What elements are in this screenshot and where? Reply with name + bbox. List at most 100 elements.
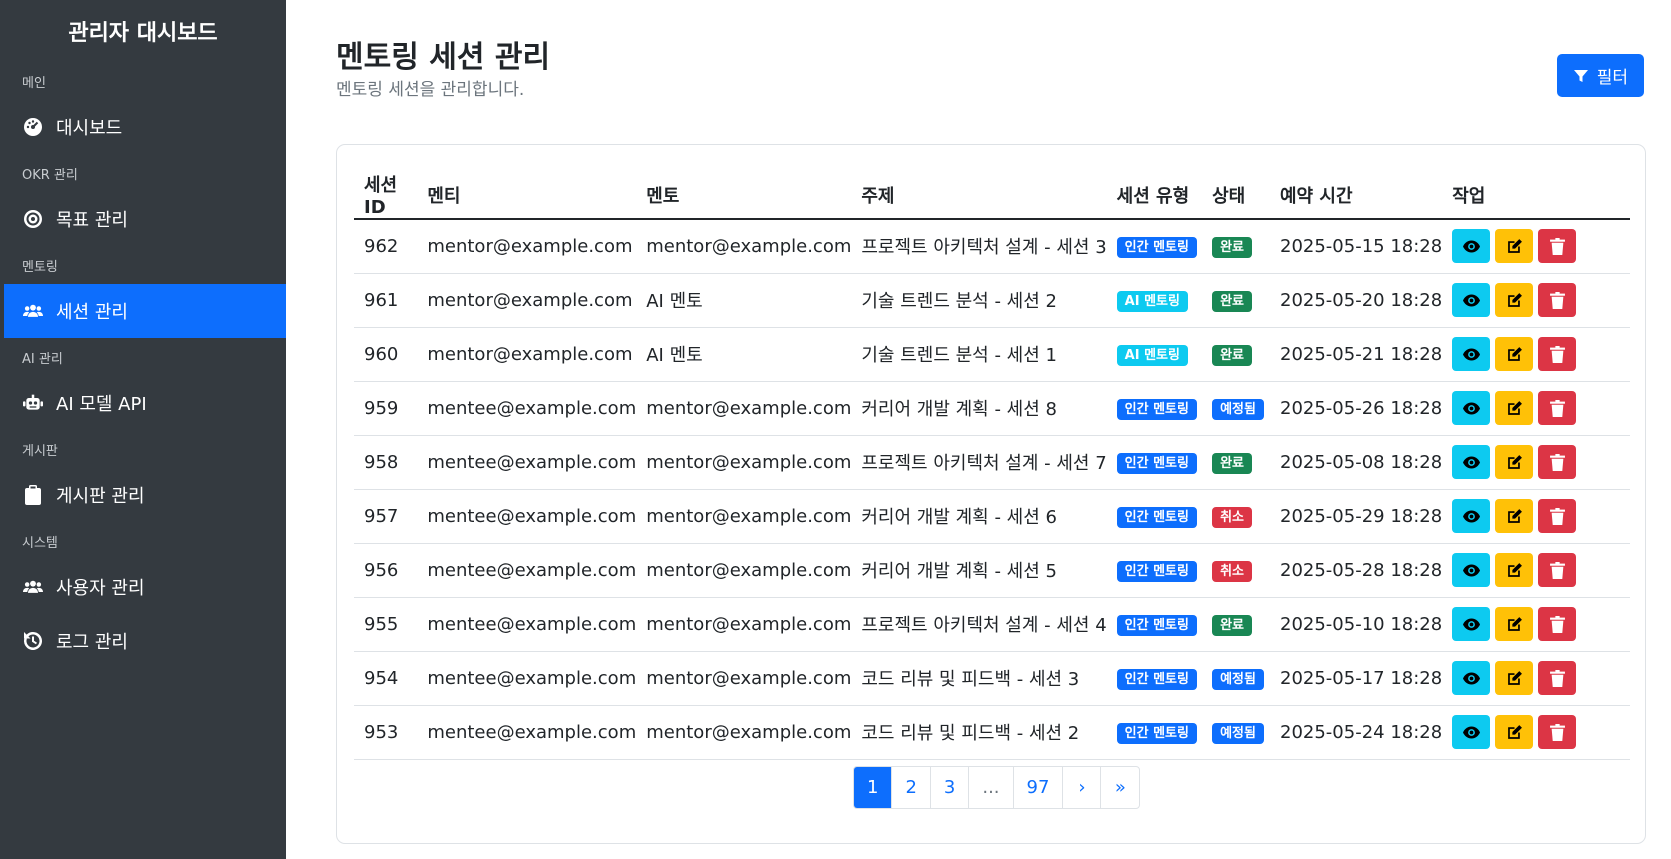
- mentee-cell: mentee@example.com: [417, 543, 637, 598]
- edit-button[interactable]: [1495, 445, 1534, 479]
- view-button[interactable]: [1452, 661, 1491, 695]
- scheduled-time-cell: 2025-05-17 18:28: [1270, 651, 1443, 706]
- view-button[interactable]: [1452, 283, 1491, 317]
- status-badge: 취소: [1212, 560, 1252, 582]
- sidebar-item[interactable]: 목표 관리: [0, 192, 286, 246]
- page-link[interactable]: 97: [1014, 767, 1064, 808]
- sidebar-item[interactable]: 로그 관리: [0, 614, 286, 668]
- table-row: 956 mentee@example.com mentor@example.com 커…: [354, 543, 1630, 598]
- view-button[interactable]: [1452, 553, 1491, 587]
- delete-button[interactable]: [1538, 337, 1577, 371]
- view-button[interactable]: [1452, 607, 1491, 641]
- status-cell: 완료: [1202, 327, 1270, 382]
- actions-cell: [1442, 327, 1630, 382]
- page-link[interactable]: 2: [892, 767, 931, 808]
- sidebar-item[interactable]: 게시판 관리: [0, 468, 286, 522]
- sidebar-item[interactable]: AI 모델 API: [0, 376, 286, 430]
- edit-button[interactable]: [1495, 715, 1534, 749]
- delete-button[interactable]: [1538, 445, 1577, 479]
- delete-button[interactable]: [1538, 391, 1577, 425]
- edit-button[interactable]: [1495, 337, 1534, 371]
- delete-button[interactable]: [1538, 607, 1577, 641]
- status-cell: 예정됨: [1202, 381, 1270, 436]
- page-title: 멘토링 세션 관리: [336, 40, 551, 75]
- edit-button[interactable]: [1495, 229, 1534, 264]
- edit-button[interactable]: [1495, 283, 1534, 317]
- table-row: 954 mentee@example.com mentor@example.com 코…: [354, 651, 1630, 706]
- eye-icon: [1462, 400, 1480, 417]
- edit-icon: [1506, 670, 1523, 687]
- topic-cell: 커리어 개발 계획 - 세션 6: [851, 489, 1107, 544]
- mentee-cell: mentee@example.com: [417, 651, 637, 706]
- scheduled-time-cell: 2025-05-26 18:28: [1270, 381, 1443, 436]
- session-id-cell: 961: [354, 273, 418, 328]
- view-button[interactable]: [1452, 499, 1491, 533]
- actions-cell: [1442, 597, 1630, 652]
- mentee-cell: mentor@example.com: [417, 273, 637, 328]
- edit-button[interactable]: [1495, 661, 1534, 695]
- page-link[interactable]: 3: [931, 767, 970, 808]
- page-link[interactable]: ›: [1063, 767, 1102, 808]
- delete-button[interactable]: [1538, 661, 1577, 695]
- delete-button[interactable]: [1538, 229, 1577, 264]
- edit-button[interactable]: [1495, 391, 1534, 425]
- topic-cell: 코드 리뷰 및 피드백 - 세션 3: [851, 651, 1107, 706]
- actions-cell: [1442, 651, 1630, 706]
- column-header: 세션 ID: [354, 171, 418, 220]
- sidebar-section-label: 게시판: [22, 443, 58, 459]
- filter-button[interactable]: 필터: [1556, 54, 1644, 97]
- column-header: 작업: [1442, 171, 1630, 220]
- row-actions: [1452, 337, 1630, 371]
- sidebar-item-label: AI 모델 API: [56, 394, 147, 415]
- status-badge: 완료: [1212, 290, 1252, 312]
- sidebar-section-label: OKR 관리: [22, 167, 78, 183]
- view-button[interactable]: [1452, 445, 1491, 479]
- delete-button[interactable]: [1538, 553, 1577, 587]
- status-badge: 완료: [1212, 236, 1252, 258]
- view-button[interactable]: [1452, 337, 1491, 371]
- mentor-cell: mentor@example.com: [636, 435, 852, 490]
- session-type-cell: 인간 멘토링: [1106, 651, 1203, 706]
- page-link[interactable]: »: [1101, 767, 1139, 808]
- sidebar-item[interactable]: 세션 관리: [4, 284, 286, 338]
- session-type-badge: 인간 멘토링: [1116, 668, 1197, 690]
- view-button[interactable]: [1452, 391, 1491, 425]
- sidebar-item[interactable]: 사용자 관리: [0, 560, 286, 614]
- sidebar-item-label: 대시보드: [56, 118, 123, 139]
- status-cell: 완료: [1202, 597, 1270, 652]
- session-type-badge: 인간 멘토링: [1116, 398, 1197, 420]
- session-type-badge: 인간 멘토링: [1116, 560, 1197, 582]
- users-icon: [22, 300, 44, 322]
- status-cell: 예정됨: [1202, 651, 1270, 706]
- session-id-cell: 955: [354, 597, 418, 652]
- topic-cell: 프로젝트 아키텍처 설계 - 세션 7: [851, 435, 1107, 490]
- sidebar-brand: 관리자 대시보드: [68, 21, 218, 46]
- row-actions: [1452, 607, 1630, 641]
- edit-button[interactable]: [1495, 499, 1534, 533]
- view-button[interactable]: [1452, 715, 1491, 749]
- delete-button[interactable]: [1538, 499, 1577, 533]
- table-header-row: 세션 ID 멘티 멘토 주제 세션 유형 상태 예약 시간 작업: [354, 171, 1630, 220]
- trash-icon: [1549, 669, 1566, 687]
- view-button[interactable]: [1452, 229, 1491, 264]
- scheduled-time-cell: 2025-05-08 18:28: [1270, 435, 1443, 490]
- edit-button[interactable]: [1495, 553, 1534, 587]
- history-icon: [22, 630, 44, 652]
- session-type-badge: 인간 멘토링: [1116, 236, 1197, 258]
- session-id-cell: 958: [354, 435, 418, 490]
- sidebar-item[interactable]: 대시보드: [0, 100, 286, 154]
- page-link: ...: [969, 767, 1014, 808]
- delete-button[interactable]: [1538, 283, 1577, 317]
- edit-button[interactable]: [1495, 607, 1534, 641]
- scheduled-time-cell: 2025-05-28 18:28: [1270, 543, 1443, 598]
- status-badge: 예정됨: [1212, 668, 1264, 690]
- page-link[interactable]: 1: [854, 767, 893, 808]
- delete-button[interactable]: [1538, 715, 1577, 749]
- actions-cell: [1442, 219, 1630, 274]
- column-header: 예약 시간: [1270, 171, 1443, 220]
- mentor-cell: mentor@example.com: [636, 219, 852, 274]
- scheduled-time-cell: 2025-05-21 18:28: [1270, 327, 1443, 382]
- session-type-badge: 인간 멘토링: [1116, 614, 1197, 636]
- scheduled-time-cell: 2025-05-20 18:28: [1270, 273, 1443, 328]
- table-row: 962 mentor@example.com mentor@example.com 프…: [354, 219, 1630, 274]
